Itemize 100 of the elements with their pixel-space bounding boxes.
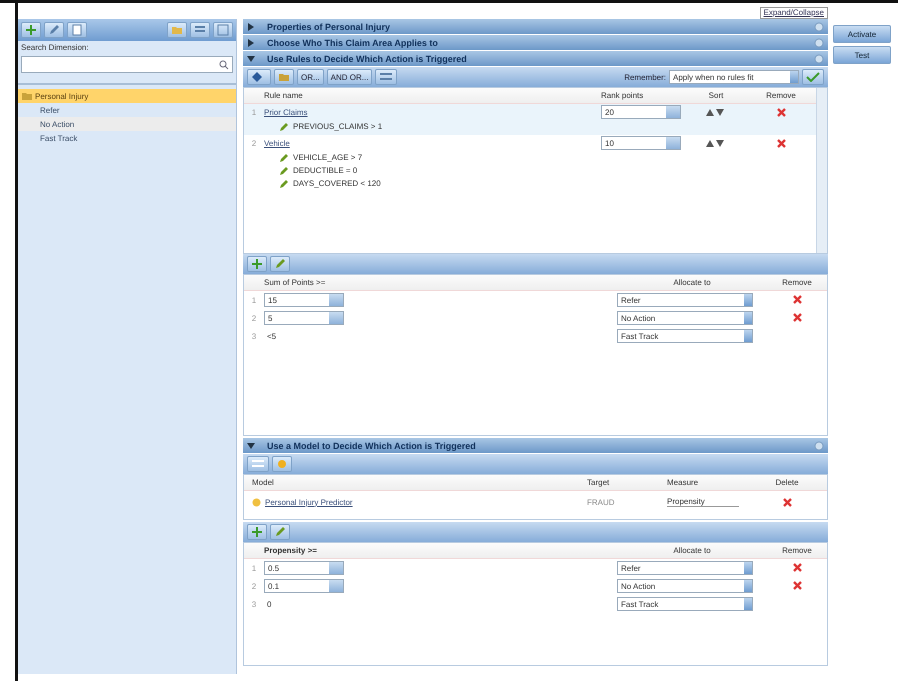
allocate-dropdown[interactable]: No Action <box>617 311 753 325</box>
column-header: Model <box>252 478 275 487</box>
model-button[interactable] <box>272 456 292 472</box>
check-icon <box>806 72 820 82</box>
condition-text: DAYS_COVERED < 120 <box>293 179 381 188</box>
row-number: 1 <box>250 296 258 304</box>
search-label: Search Dimension: <box>20 42 90 54</box>
row-number: 2 <box>250 138 258 148</box>
folder-icon <box>278 71 290 83</box>
points-field[interactable]: 10 <box>601 136 681 150</box>
rule-link[interactable]: Vehicle <box>264 138 601 148</box>
column-header: Sort <box>708 91 724 100</box>
remove-icon[interactable] <box>776 108 786 116</box>
table-cell-text: FRAUD <box>587 498 616 506</box>
row-number: 3 <box>250 332 258 340</box>
tree-item[interactable]: Fast Track <box>18 131 236 145</box>
points-field[interactable]: 20 <box>601 105 681 119</box>
plus-icon <box>251 526 263 538</box>
pencil-icon <box>280 122 289 131</box>
column-header: Sum of Points >= <box>264 278 326 287</box>
threshold-field[interactable]: 0.1 <box>264 579 344 593</box>
list-icon <box>379 72 394 82</box>
remember-dropdown[interactable]: Apply when no rules fit <box>669 70 799 84</box>
column-header: Target <box>587 478 610 487</box>
section-header[interactable]: Use a Model to Decide Which Action is Triggered <box>243 438 828 453</box>
copy-button[interactable] <box>67 22 87 38</box>
column-header: Allocate to <box>673 546 711 555</box>
sort-arrows-icon[interactable] <box>706 108 726 116</box>
threshold-text: <5 <box>266 332 276 341</box>
remove-icon[interactable] <box>792 580 802 590</box>
delete-icon[interactable] <box>782 498 792 506</box>
pencil-icon <box>274 526 286 538</box>
condition-button[interactable]: AND OR... <box>326 69 372 85</box>
column-header: Remove <box>766 91 796 100</box>
remove-icon[interactable] <box>792 562 802 572</box>
allocate-dropdown[interactable]: Refer <box>617 561 753 575</box>
remove-icon[interactable] <box>792 312 802 322</box>
document-icon <box>71 24 83 36</box>
add-row-button[interactable] <box>247 256 267 272</box>
pencil-icon <box>274 258 286 270</box>
expand-link[interactable]: Expand/Collapse <box>760 7 828 19</box>
column-header: Rank points <box>601 91 644 100</box>
threshold-field[interactable]: 15 <box>264 293 344 307</box>
list-button[interactable] <box>247 456 269 472</box>
condition-button[interactable]: OR... <box>297 69 324 85</box>
allocate-dropdown[interactable]: No Action <box>617 579 753 593</box>
remove-icon[interactable] <box>792 294 802 304</box>
folder-button[interactable] <box>167 22 187 38</box>
row-number: 2 <box>250 582 258 590</box>
list-button[interactable] <box>190 22 210 38</box>
column-header: Allocate to <box>673 278 711 287</box>
condition-text: VEHICLE_AGE > 7 <box>293 153 362 162</box>
column-header: Remove <box>782 546 812 555</box>
edit-row-button[interactable] <box>270 256 290 272</box>
tree-item[interactable]: Personal Injury <box>18 89 236 103</box>
condition-text: PREVIOUS_CLAIMS > 1 <box>293 122 382 131</box>
model-link[interactable]: Personal Injury Predictor <box>265 498 353 506</box>
search-field[interactable] <box>21 56 233 73</box>
scrollbar[interactable] <box>816 88 827 253</box>
remember-label: Remember: <box>624 72 666 82</box>
section-header[interactable]: Use Rules to Decide Which Action is Triggered <box>243 51 828 66</box>
rule-link[interactable]: Prior Claims <box>264 108 601 116</box>
measure-field[interactable]: Propensity <box>667 497 739 507</box>
action-button[interactable]: Test <box>833 46 891 64</box>
row-number: 1 <box>250 108 258 116</box>
add-button[interactable] <box>21 22 41 38</box>
list-icon <box>251 459 265 469</box>
folder-icon <box>171 24 183 36</box>
add-row-button[interactable] <box>247 524 267 540</box>
column-header: Rule name <box>264 91 304 100</box>
allocate-dropdown[interactable]: Fast Track <box>617 597 753 611</box>
add-rule-button[interactable] <box>247 69 271 85</box>
edit-rule-button[interactable] <box>274 69 294 85</box>
expand-icon <box>247 442 255 450</box>
pencil-icon <box>48 24 60 36</box>
plus-icon <box>251 258 263 270</box>
allocate-dropdown[interactable]: Fast Track <box>617 329 753 343</box>
folder-icon <box>22 91 32 101</box>
section-header[interactable]: Properties of Personal Injury <box>243 19 828 34</box>
list-button[interactable] <box>375 69 398 85</box>
view-button[interactable] <box>213 22 233 38</box>
sort-arrows-icon[interactable] <box>706 139 726 147</box>
threshold-field[interactable]: 5 <box>264 311 344 325</box>
plus-icon <box>25 24 37 36</box>
action-button[interactable]: Activate <box>833 25 891 43</box>
search-icon <box>219 60 229 70</box>
tree-item[interactable]: No Action <box>18 117 236 131</box>
threshold-field[interactable]: 0.5 <box>264 561 344 575</box>
apply-button[interactable] <box>802 69 824 85</box>
condition-text: DEDUCTIBLE = 0 <box>293 166 358 175</box>
tree-item[interactable]: Refer <box>18 103 236 117</box>
section-header[interactable]: Choose Who This Claim Area Applies to <box>243 35 828 50</box>
threshold-text: 0 <box>266 600 272 609</box>
remove-icon[interactable] <box>776 138 786 148</box>
edit-button[interactable] <box>44 22 64 38</box>
column-header: Delete <box>775 478 799 487</box>
edit-row-button[interactable] <box>270 524 290 540</box>
grid-icon <box>217 24 229 36</box>
row-number: 2 <box>250 314 258 322</box>
allocate-dropdown[interactable]: Refer <box>617 293 753 307</box>
